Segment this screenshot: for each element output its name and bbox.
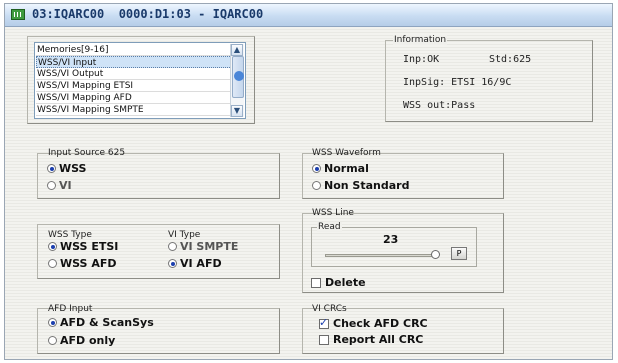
vi-crcs-group — [302, 308, 504, 354]
checkbox-icon: ✓ — [319, 316, 329, 329]
title-bar[interactable]: 03:IQARC00 0000:D1:03 - IQARC00 — [5, 4, 612, 27]
list-item[interactable]: WSS/VI Mapping AFD — [36, 92, 232, 104]
list-item[interactable]: WSS/VI Mapping ETSI — [36, 80, 232, 92]
list-item[interactable]: WSS/VI Output — [36, 68, 232, 80]
read-label: Read — [317, 222, 342, 232]
std-status: Std:625 — [489, 54, 532, 65]
wss-line-label: WSS Line — [312, 208, 354, 218]
list-scrollbar[interactable]: ▲ ▼ — [230, 44, 244, 117]
wss-waveform-label: WSS Waveform — [312, 148, 381, 158]
input-source-label: Input Source 625 — [48, 148, 126, 158]
window-app-icon — [11, 9, 25, 20]
scrollbar-thumb[interactable] — [232, 56, 244, 98]
afd-input-group — [37, 308, 280, 354]
list-item[interactable]: Memories[9-16] — [36, 44, 232, 56]
wss-out-status: WSS out:Pass — [403, 100, 476, 111]
wss-type-label: WSS Type — [48, 230, 92, 240]
wss-line-value: 23 — [383, 233, 399, 246]
window-title: 03:IQARC00 0000:D1:03 - IQARC00 — [32, 7, 264, 21]
scroll-down-icon[interactable]: ▼ — [231, 105, 243, 117]
inpsig-status: InpSig: ETSI 16/9C — [403, 77, 512, 88]
vi-crcs-label: VI CRCs — [312, 304, 347, 314]
radio-dot-icon — [48, 242, 57, 251]
radio-dot-icon — [47, 181, 56, 190]
slider-thumb[interactable] — [431, 250, 440, 259]
wss-waveform-group — [302, 153, 504, 199]
list-item[interactable]: WSS/VI Mapping SMPTE — [36, 104, 232, 116]
information-label: Information — [393, 35, 448, 45]
input-source-group — [37, 153, 280, 199]
radio-dot-icon — [312, 181, 321, 190]
checkmark-icon: ✓ — [319, 316, 329, 329]
checkbox-icon — [311, 278, 321, 288]
afd-input-label: AFD Input — [48, 304, 93, 314]
checkbox-icon — [319, 335, 329, 345]
inp-status: Inp:OK — [403, 54, 440, 65]
p-button[interactable]: P — [451, 247, 467, 260]
radio-dot-icon — [168, 242, 177, 251]
scroll-up-icon[interactable]: ▲ — [231, 44, 243, 56]
radio-dot-icon — [48, 336, 57, 345]
vi-type-label: VI Type — [168, 230, 201, 240]
radio-dot-icon — [312, 164, 321, 173]
memories-list[interactable]: Memories[9-16] WSS/VI Input WSS/VI Outpu… — [34, 42, 246, 119]
radio-dot-icon — [48, 318, 57, 327]
wss-line-slider[interactable] — [325, 254, 437, 257]
radio-dot-icon — [168, 259, 177, 268]
list-item-selected[interactable]: WSS/VI Input — [36, 56, 232, 68]
radio-dot-icon — [47, 164, 56, 173]
radio-dot-icon — [48, 259, 57, 268]
